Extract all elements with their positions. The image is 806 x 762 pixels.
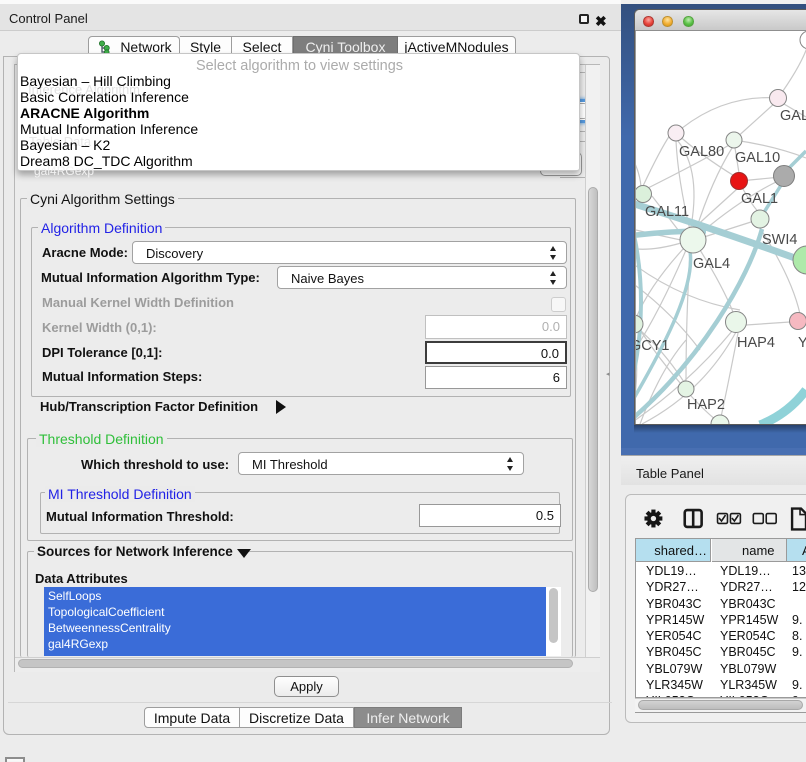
svg-text:GAL10: GAL10 <box>735 150 780 166</box>
svg-text:YD: YD <box>798 335 806 351</box>
svg-text:GAL11: GAL11 <box>645 204 689 220</box>
svg-text:GAL1: GAL1 <box>741 191 778 207</box>
svg-text:GAL80: GAL80 <box>679 144 724 160</box>
svg-text:GAL7: GAL7 <box>780 108 806 124</box>
svg-text:HAP4: HAP4 <box>737 335 775 351</box>
svg-text:SWI4: SWI4 <box>762 232 797 248</box>
svg-text:HAP2: HAP2 <box>687 397 725 413</box>
svg-text:GAL4: GAL4 <box>693 256 730 272</box>
svg-text:GCY1: GCY1 <box>636 338 670 354</box>
